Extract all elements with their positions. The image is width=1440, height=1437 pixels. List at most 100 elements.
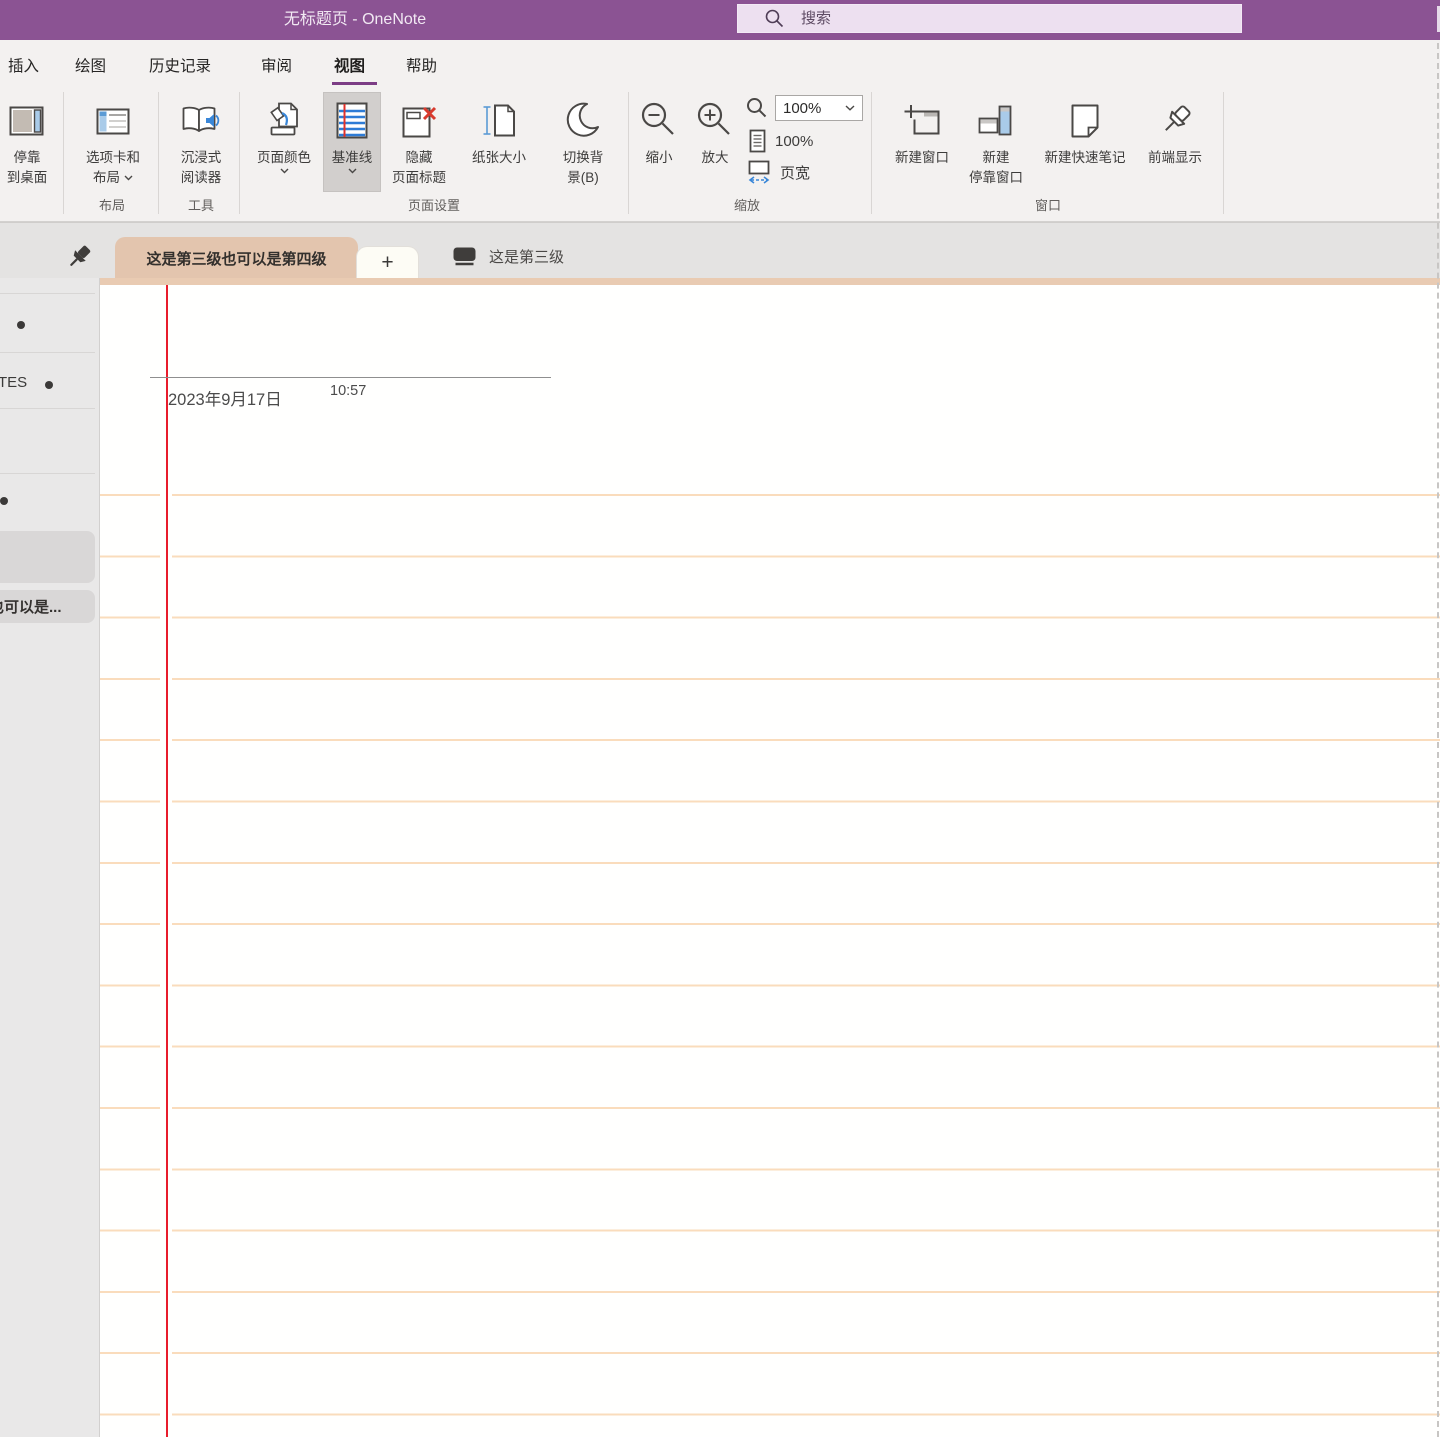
list-divider (0, 293, 95, 294)
search-input[interactable] (799, 9, 1183, 28)
new-window-icon (902, 97, 942, 145)
add-page-tab-button[interactable]: + (357, 247, 418, 279)
group-separator (63, 92, 64, 214)
unread-bullet (0, 497, 8, 505)
list-divider (0, 473, 95, 474)
group-separator (871, 92, 872, 214)
hide-page-title-button[interactable]: 隐藏 页面标题 (383, 93, 455, 191)
ribbon-button-label: 新建 (983, 148, 1010, 168)
notebook-icon (452, 246, 478, 267)
ribbon-button-label: 到桌面 (7, 168, 48, 188)
fit-page-icon (748, 129, 768, 154)
chevron-down-icon (280, 168, 289, 174)
group-label-zoom: 缩放 (734, 195, 760, 214)
ribbon-button-label: 隐藏 (406, 148, 433, 168)
page-width-icon (747, 159, 773, 185)
page-color-icon (266, 97, 302, 145)
new-window-button[interactable]: 新建窗口 (886, 93, 958, 191)
page-color-button[interactable]: 页面颜色 (247, 93, 321, 191)
page-width-button[interactable]: 页宽 (747, 159, 810, 185)
ribbon-tab-row: 插入 绘图 历史记录 审阅 视图 帮助 (0, 40, 1440, 90)
paper-size-button[interactable]: 纸张大小 (457, 93, 541, 191)
group-separator (628, 92, 629, 214)
zoom-level-combobox[interactable]: 100% (775, 95, 863, 121)
page-tab-active[interactable]: 这是第三级也可以是第四级 (115, 237, 358, 279)
tabs-layout-icon (96, 97, 130, 145)
zoom-level-value: 100% (783, 100, 821, 117)
immersive-reader-button[interactable]: 沉浸式 阅读器 (164, 93, 238, 191)
ribbon-button-label: 停靠 (14, 148, 41, 168)
page-list-sidebar: TES 也可以是... (0, 278, 100, 1437)
group-label-page-setup: 页面设置 (408, 195, 460, 214)
ribbon-button-label: 页面标题 (392, 168, 446, 188)
ribbon: 停靠 到桌面 选项卡和 布局 沉浸式 阅读器 页面颜色 (0, 90, 1440, 222)
ribbon-button-label: 停靠窗口 (969, 168, 1023, 188)
ribbon-button-label: 页面颜色 (257, 148, 311, 168)
content-area: TES 也可以是... 2023年9月17日 10:57 (0, 278, 1440, 1437)
ribbon-button-label: 基准线 (332, 148, 373, 168)
list-item-selected[interactable] (0, 531, 95, 583)
ribbon-button-label (348, 168, 357, 174)
ribbon-button-label: 沉浸式 (181, 148, 222, 168)
page-tab-bar: 这是第三级也可以是第四级 + 这是第三级 (0, 222, 1440, 278)
group-label-window: 窗口 (1035, 195, 1061, 214)
zoom-out-button[interactable]: 缩小 (632, 93, 686, 191)
toggle-background-button[interactable]: 切换背 景(B) (543, 93, 623, 191)
zoom-out-icon (639, 97, 679, 145)
chevron-down-icon (845, 105, 855, 111)
zoom-level-row: 100% (746, 95, 863, 121)
search-box[interactable] (737, 4, 1242, 33)
zoom-magnifier-icon (746, 97, 768, 119)
tab-history[interactable]: 历史记录 (149, 40, 211, 90)
ruled-lines (100, 494, 1440, 1437)
ribbon-button-label: 选项卡和 (86, 148, 140, 168)
page-top-strip (100, 278, 1440, 285)
dock-desktop-icon (9, 97, 45, 145)
group-separator (158, 92, 159, 214)
plus-icon: + (381, 251, 393, 275)
title-underline (150, 377, 551, 378)
pin-icon[interactable] (66, 244, 93, 276)
list-divider (0, 408, 95, 409)
tabs-and-layout-button[interactable]: 选项卡和 布局 (70, 93, 156, 191)
tab-insert[interactable]: 插入 (8, 40, 39, 90)
dock-to-desktop-button[interactable]: 停靠 到桌面 (0, 93, 60, 191)
group-separator (239, 92, 240, 214)
chevron-down-icon (348, 168, 357, 174)
group-label-layout: 布局 (99, 195, 125, 214)
baseline-button[interactable]: 基准线 (324, 93, 380, 191)
ribbon-button-label: 布局 (93, 168, 133, 188)
page-tab-label: 这是第三级 (489, 246, 564, 267)
search-icon (764, 8, 785, 29)
ribbon-button-label: 切换背 (563, 148, 604, 168)
title-bar: 无标题页 - OneNote (0, 0, 1440, 40)
list-item-label: 也可以是... (0, 596, 62, 617)
zoom-100-button[interactable]: 100% (748, 129, 813, 154)
window-edge-dashed (1437, 43, 1439, 1437)
page-time: 10:57 (330, 383, 366, 399)
list-item-selected[interactable]: 也可以是... (0, 590, 95, 623)
chevron-down-icon (124, 175, 133, 181)
toggle-background-icon (564, 97, 602, 145)
ribbon-button-label: 新建快速笔记 (1045, 148, 1126, 168)
baseline-icon (335, 97, 369, 145)
ribbon-button-label (280, 168, 289, 174)
keep-on-top-button[interactable]: 前端显示 (1136, 93, 1214, 191)
page-tab-label: 这是第三级也可以是第四级 (146, 248, 326, 269)
new-docked-window-button[interactable]: 新建 停靠窗口 (958, 93, 1034, 191)
tab-draw[interactable]: 绘图 (75, 40, 106, 90)
tab-review[interactable]: 审阅 (261, 40, 292, 90)
list-divider (0, 352, 95, 353)
ribbon-button-label: 阅读器 (181, 168, 222, 188)
note-page[interactable]: 2023年9月17日 10:57 (100, 285, 1440, 1437)
new-quick-note-button[interactable]: 新建快速笔记 (1032, 93, 1138, 191)
zoom-in-button[interactable]: 放大 (687, 93, 743, 191)
list-item[interactable]: TES (0, 374, 27, 391)
ribbon-button-label: 纸张大小 (472, 148, 526, 168)
ribbon-button-label: 100% (775, 133, 813, 150)
new-docked-window-icon (977, 97, 1015, 145)
ribbon-button-label: 新建窗口 (895, 148, 949, 168)
tab-help[interactable]: 帮助 (406, 40, 437, 90)
page-tab-inactive[interactable]: 这是第三级 (452, 240, 564, 272)
new-quick-note-icon (1066, 97, 1104, 145)
